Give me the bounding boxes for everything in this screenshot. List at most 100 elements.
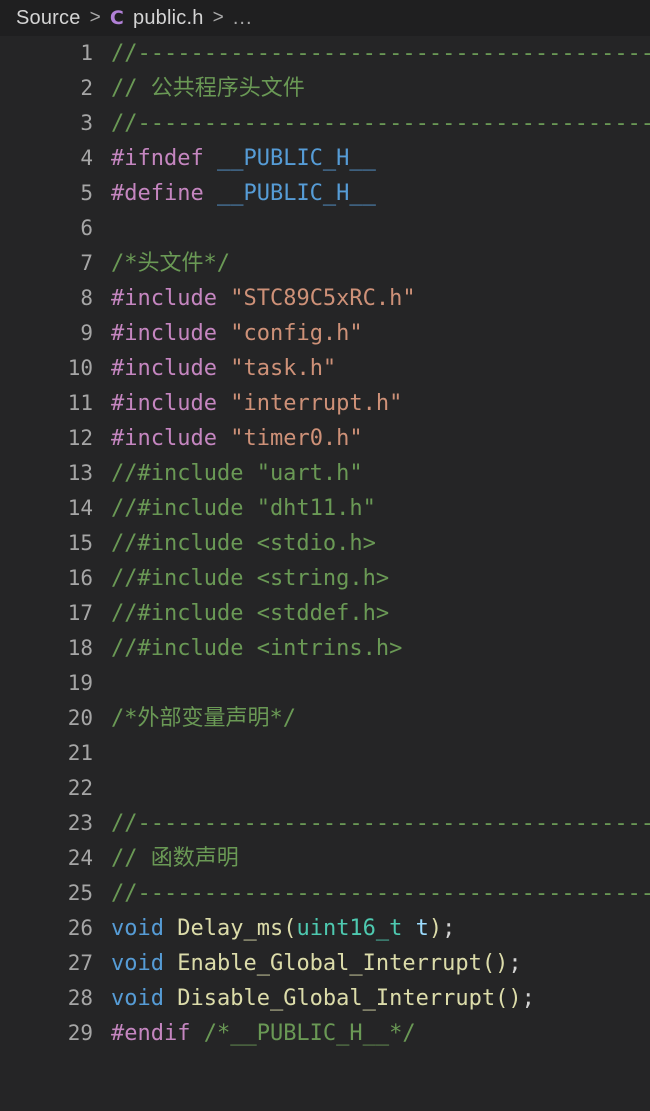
- code-line-content[interactable]: //#include "uart.h": [93, 456, 363, 491]
- code-line[interactable]: 6: [0, 211, 650, 246]
- breadcrumb: Source > C public.h > ...: [0, 0, 650, 36]
- code-line-content[interactable]: //#include <string.h>: [93, 561, 389, 596]
- code-line[interactable]: 22: [0, 771, 650, 806]
- breadcrumb-overflow-ellipsis[interactable]: ...: [233, 7, 253, 30]
- breadcrumb-item-folder[interactable]: Source: [16, 7, 81, 30]
- code-line-content[interactable]: //--------------------------------------…: [93, 876, 650, 911]
- code-line-content[interactable]: //--------------------------------------…: [93, 106, 650, 141]
- code-line[interactable]: 1 //-------------------------------------…: [0, 36, 650, 71]
- code-token: "interrupt.h": [230, 391, 403, 416]
- line-number: 14: [67, 496, 93, 520]
- code-line[interactable]: 24// 函数声明: [0, 841, 650, 876]
- code-line[interactable]: 3 //-------------------------------------…: [0, 106, 650, 141]
- code-line-content[interactable]: #define __PUBLIC_H__: [93, 176, 376, 211]
- code-line-content[interactable]: /*外部变量声明*/: [93, 701, 296, 736]
- code-line-content[interactable]: //#include <stdio.h>: [93, 526, 376, 561]
- code-line[interactable]: 27 void Enable_Global_Interrupt();: [0, 946, 650, 981]
- code-token: //#include <intrins.h>: [111, 636, 403, 661]
- code-line[interactable]: 25 //------------------------------------…: [0, 876, 650, 911]
- code-line[interactable]: 13 //#include "uart.h": [0, 456, 650, 491]
- code-token: #ifndef: [111, 146, 217, 171]
- code-token: 外部变量声明: [137, 706, 270, 731]
- code-line-content[interactable]: #include "STC89C5xRC.h": [93, 281, 416, 316]
- code-line-content[interactable]: // 公共程序头文件: [93, 71, 305, 106]
- code-token: t: [415, 916, 429, 941]
- line-number: 24: [67, 846, 93, 870]
- code-line[interactable]: 26 void Delay_ms(uint16_t t);: [0, 911, 650, 946]
- code-editor[interactable]: 1 //-------------------------------------…: [0, 36, 650, 1111]
- breadcrumb-item-file[interactable]: public.h: [133, 7, 204, 30]
- code-token: Enable_Global_Interrupt: [177, 951, 482, 976]
- code-line-content[interactable]: //#include <stddef.h>: [93, 596, 389, 631]
- code-line[interactable]: 5 #define __PUBLIC_H__: [0, 176, 650, 211]
- code-line-content[interactable]: #include "task.h": [93, 351, 336, 386]
- code-line-content[interactable]: #include "timer0.h": [93, 421, 363, 456]
- code-token: //#include <stdio.h>: [111, 531, 376, 556]
- code-token: //: [111, 76, 151, 101]
- code-line[interactable]: 19: [0, 666, 650, 701]
- code-line-content[interactable]: void Disable_Global_Interrupt();: [93, 981, 535, 1016]
- code-line[interactable]: 29 #endif /*__PUBLIC_H__*/: [0, 1016, 650, 1051]
- code-line-content[interactable]: //#include "dht11.h": [93, 491, 376, 526]
- code-line-content[interactable]: void Delay_ms(uint16_t t);: [93, 911, 455, 946]
- code-line[interactable]: 18 //#include <intrins.h>: [0, 631, 650, 666]
- code-line[interactable]: 7/*头文件*/: [0, 246, 650, 281]
- code-token: "timer0.h": [230, 426, 363, 451]
- code-line[interactable]: 23 //------------------------------------…: [0, 806, 650, 841]
- code-line-content[interactable]: [93, 736, 111, 771]
- code-line[interactable]: 16 //#include <string.h>: [0, 561, 650, 596]
- code-token: #include: [111, 321, 231, 346]
- code-line[interactable]: 4 #ifndef __PUBLIC_H__: [0, 141, 650, 176]
- code-line-content[interactable]: #ifndef __PUBLIC_H__: [93, 141, 376, 176]
- code-token: //#include "uart.h": [111, 461, 363, 486]
- code-line-content[interactable]: //--------------------------------------…: [93, 36, 650, 71]
- line-number: 15: [67, 531, 93, 555]
- breadcrumb-separator-icon-2: >: [212, 7, 224, 28]
- code-line[interactable]: 20/*外部变量声明*/: [0, 701, 650, 736]
- code-token: //--------------------------------------…: [111, 881, 650, 906]
- code-line[interactable]: 11 #include "interrupt.h": [0, 386, 650, 421]
- code-line-content[interactable]: /*头文件*/: [93, 246, 230, 281]
- code-line-content[interactable]: #include "interrupt.h": [93, 386, 402, 421]
- line-number: 10: [67, 356, 93, 380]
- code-token: //#include <string.h>: [111, 566, 390, 591]
- code-line[interactable]: 10 #include "task.h": [0, 351, 650, 386]
- code-line[interactable]: 12 #include "timer0.h": [0, 421, 650, 456]
- line-number: 13: [67, 461, 93, 485]
- line-number: 26: [67, 916, 93, 940]
- code-line-content[interactable]: [93, 771, 111, 806]
- line-number: 28: [67, 986, 93, 1010]
- code-line[interactable]: 8 #include "STC89C5xRC.h": [0, 281, 650, 316]
- line-number: 27: [67, 951, 93, 975]
- code-line-content[interactable]: [93, 666, 111, 701]
- code-line[interactable]: 21: [0, 736, 650, 771]
- code-line-content[interactable]: //#include <intrins.h>: [93, 631, 402, 666]
- code-token: void: [111, 951, 164, 976]
- code-token: /*: [111, 706, 138, 731]
- code-token: //: [111, 846, 151, 871]
- code-line[interactable]: 17 //#include <stddef.h>: [0, 596, 650, 631]
- code-token: __PUBLIC_H__: [216, 146, 376, 171]
- code-line[interactable]: 15 //#include <stdio.h>: [0, 526, 650, 561]
- code-line-content[interactable]: #include "config.h": [93, 316, 363, 351]
- code-token: //#include <stddef.h>: [111, 601, 390, 626]
- code-line[interactable]: 28 void Disable_Global_Interrupt();: [0, 981, 650, 1016]
- code-token: #include: [111, 356, 231, 381]
- code-line[interactable]: 2// 公共程序头文件: [0, 71, 650, 106]
- code-line-content[interactable]: [93, 211, 111, 246]
- code-line[interactable]: 14 //#include "dht11.h": [0, 491, 650, 526]
- code-token: 头文件: [137, 251, 204, 276]
- code-token: (): [481, 951, 509, 976]
- line-number: 16: [67, 566, 93, 590]
- code-token: /*: [111, 251, 138, 276]
- code-line-content[interactable]: //--------------------------------------…: [93, 806, 650, 841]
- code-line-content[interactable]: void Enable_Global_Interrupt();: [93, 946, 522, 981]
- code-line-content[interactable]: // 函数声明: [93, 841, 239, 876]
- code-line[interactable]: 9 #include "config.h": [0, 316, 650, 351]
- code-line-content[interactable]: #endif /*__PUBLIC_H__*/: [93, 1016, 416, 1051]
- line-number: 25: [67, 881, 93, 905]
- code-token: void: [111, 986, 164, 1011]
- code-token: Delay_ms: [177, 916, 284, 941]
- code-token: void: [111, 916, 164, 941]
